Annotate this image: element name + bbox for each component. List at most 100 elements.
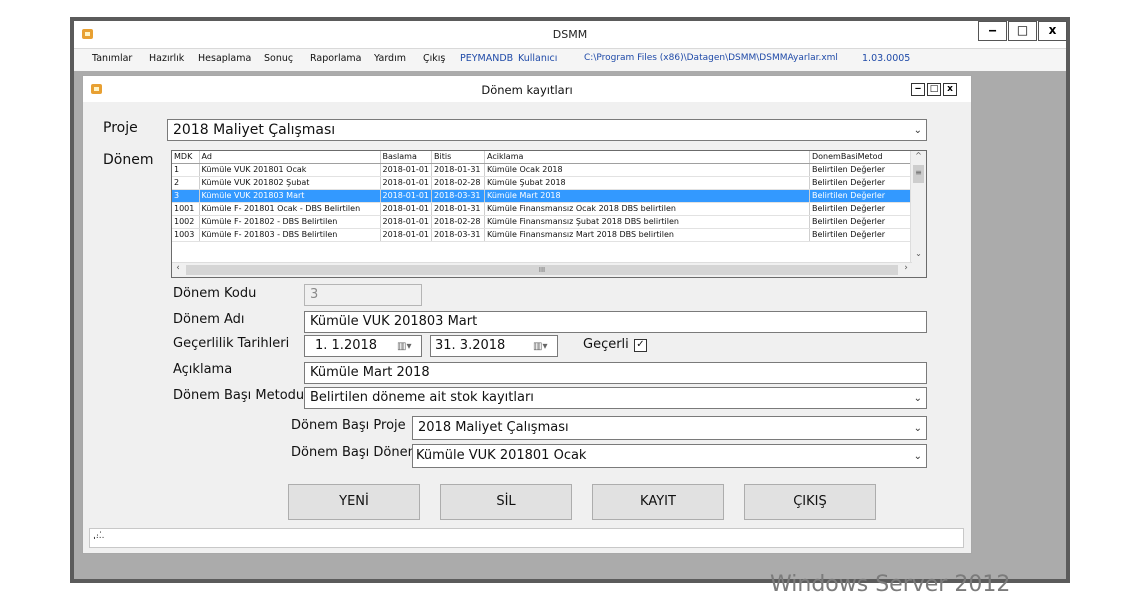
donem-adi-label: Dönem Adı: [173, 312, 245, 327]
cell-bitis: 2018-01-31: [431, 202, 485, 216]
cell-aciklama: Kümüle Finansmansız Şubat 2018 DBS belir…: [484, 215, 810, 229]
window-title: DSMM: [552, 28, 588, 41]
user-label: Kullanıcı: [518, 53, 558, 64]
col-aciklama[interactable]: Aciklama: [484, 151, 810, 164]
scroll-left-icon[interactable]: ‹: [172, 263, 184, 277]
proje-select[interactable]: 2018 Maliyet Çalışması ⌄: [167, 119, 927, 141]
col-bitis[interactable]: Bitis: [431, 151, 485, 164]
table-row[interactable]: 3 Kümüle VUK 201803 Mart 2018-01-01 2018-03…: [172, 189, 913, 203]
grid-horizontal-scrollbar[interactable]: ‹ III ›: [172, 262, 912, 277]
cell-baslama: 2018-01-01: [380, 163, 432, 177]
gecerlilik-label: Geçerlilik Tarihleri: [173, 336, 290, 351]
donem-grid[interactable]: MDK Ad Baslama Bitis Aciklama DonemBasiM…: [171, 150, 927, 278]
cell-mdk: 1: [172, 163, 200, 177]
mdi-background: [974, 71, 1066, 561]
menu-hazirlik[interactable]: Hazırlık: [149, 53, 184, 64]
proje-label: Proje: [103, 120, 138, 136]
gecerli-checkbox[interactable]: ✓: [634, 339, 647, 352]
resize-grip-icon[interactable]: ⋰: [93, 531, 960, 545]
start-date-value: 1. 1.2018: [315, 338, 378, 353]
menu-raporlama[interactable]: Raporlama: [310, 53, 362, 64]
cell-ad: Kümüle F- 201802 - DBS Belirtilen: [199, 215, 381, 229]
minimize-button[interactable]: ‒: [978, 21, 1007, 41]
bas-donem-value: Kümüle VUK 201801 Ocak: [416, 448, 587, 463]
cell-bitis: 2018-03-31: [431, 228, 485, 242]
child-minimize-button[interactable]: ‒: [911, 83, 925, 96]
cell-mdk: 3: [172, 189, 200, 203]
menu-sonuc[interactable]: Sonuç: [264, 53, 293, 64]
chevron-down-icon: ⌄: [913, 451, 922, 462]
col-mdk[interactable]: MDK: [172, 151, 200, 164]
cell-aciklama: Kümüle Finansmansız Ocak 2018 DBS belirt…: [484, 202, 810, 216]
status-bar: .... ⋰: [89, 528, 964, 548]
donem-kodu-field: 3: [304, 284, 422, 306]
bas-proje-label: Dönem Başı Proje: [291, 418, 406, 433]
child-window-controls: ‒ □ x: [911, 83, 959, 96]
settings-path: C:\Program Files (x86)\Datagen\DSMM\DSMM…: [584, 53, 838, 63]
donem-adi-input[interactable]: Kümüle VUK 201803 Mart: [304, 311, 927, 333]
kayit-button[interactable]: KAYIT: [592, 484, 724, 520]
table-row[interactable]: 1002 Kümüle F- 201802 - DBS Belirtilen 201…: [172, 215, 913, 229]
cell-mdk: 2: [172, 176, 200, 190]
col-ad[interactable]: Ad: [199, 151, 381, 164]
scroll-down-icon[interactable]: ⌄: [911, 249, 926, 261]
start-date-picker[interactable]: 1. 1.2018 ▥▾: [304, 335, 422, 357]
cell-ad: Kümüle F- 201803 - DBS Belirtilen: [199, 228, 381, 242]
bas-donem-select[interactable]: Kümüle VUK 201801 Ocak ⌄: [412, 444, 927, 468]
sil-button[interactable]: SİL: [440, 484, 572, 520]
cell-aciklama: Kümüle Şubat 2018: [484, 176, 810, 190]
col-donembasimetod[interactable]: DonemBasiMetod: [809, 151, 913, 164]
menu-yardim[interactable]: Yardım: [374, 53, 406, 64]
metod-select[interactable]: Belirtilen döneme ait stok kayıtları ⌄: [304, 387, 927, 409]
table-row[interactable]: 2 Kümüle VUK 201802 Şubat 2018-01-01 2018-0…: [172, 176, 913, 190]
gecerli-label: Geçerli: [583, 337, 629, 352]
bas-proje-value: 2018 Maliyet Çalışması: [418, 420, 569, 435]
db-name: PEYMANDB: [460, 53, 514, 64]
maximize-button[interactable]: □: [1008, 21, 1037, 41]
bas-proje-select[interactable]: 2018 Maliyet Çalışması ⌄: [412, 416, 927, 440]
child-title-bar[interactable]: Dönem kayıtları ‒ □ x: [83, 76, 971, 102]
chevron-down-icon: ⌄: [913, 423, 922, 434]
aciklama-input[interactable]: Kümüle Mart 2018: [304, 362, 927, 384]
cell-baslama: 2018-01-01: [380, 215, 432, 229]
menu-tanimlar[interactable]: Tanımlar: [92, 53, 132, 64]
donem-table: MDK Ad Baslama Bitis Aciklama DonemBasiM…: [172, 151, 913, 242]
cell-aciklama: Kümüle Ocak 2018: [484, 163, 810, 177]
scroll-corner: [911, 263, 926, 277]
close-button[interactable]: x: [1038, 21, 1067, 41]
title-bar[interactable]: DSMM: [74, 21, 1066, 49]
scroll-thumb[interactable]: ≡: [913, 165, 924, 183]
cell-baslama: 2018-01-01: [380, 189, 432, 203]
calendar-icon[interactable]: ▥▾: [533, 337, 547, 356]
cell-ad: Kümüle F- 201801 Ocak - DBS Belirtilen: [199, 202, 381, 216]
cell-metod: Belirtilen Değerler: [809, 189, 913, 203]
child-close-button[interactable]: x: [943, 83, 957, 96]
col-baslama[interactable]: Baslama: [380, 151, 432, 164]
cikis-button[interactable]: ÇIKIŞ: [744, 484, 876, 520]
metod-value: Belirtilen döneme ait stok kayıtları: [310, 390, 534, 405]
menu-bar: Tanımlar Hazırlık Hesaplama Sonuç Raporl…: [74, 49, 1066, 71]
table-row[interactable]: 1 Kümüle VUK 201801 Ocak 2018-01-01 2018-01…: [172, 163, 913, 177]
menu-hesaplama[interactable]: Hesaplama: [198, 53, 251, 64]
child-maximize-button[interactable]: □: [927, 83, 941, 96]
donem-kayitlari-window: Dönem kayıtları ‒ □ x Proje 2018 Maliyet…: [82, 75, 972, 554]
cell-mdk: 1003: [172, 228, 200, 242]
end-date-picker[interactable]: 31. 3.2018 ▥▾: [430, 335, 558, 357]
calendar-icon[interactable]: ▥▾: [397, 337, 411, 356]
donem-label: Dönem: [103, 152, 154, 168]
cell-bitis: 2018-02-28: [431, 176, 485, 190]
end-date-value: 31. 3.2018: [435, 338, 506, 353]
table-row[interactable]: 1001 Kümüle F- 201801 Ocak - DBS Belirtil…: [172, 202, 913, 216]
os-watermark: Windows Server 2012: [770, 572, 1011, 597]
table-row[interactable]: 1003 Kümüle F- 201803 - DBS Belirtilen 201…: [172, 228, 913, 242]
hscroll-thumb[interactable]: III: [186, 265, 898, 275]
cell-ad: Kümüle VUK 201803 Mart: [199, 189, 381, 203]
menu-cikis[interactable]: Çıkış: [423, 53, 445, 64]
proje-value: 2018 Maliyet Çalışması: [173, 122, 336, 138]
yeni-button[interactable]: YENİ: [288, 484, 420, 520]
aciklama-label: Açıklama: [173, 362, 233, 377]
scroll-up-icon[interactable]: ^: [911, 151, 926, 163]
cell-ad: Kümüle VUK 201801 Ocak: [199, 163, 381, 177]
grid-vertical-scrollbar[interactable]: ^ ≡ ⌄: [910, 151, 926, 263]
cell-mdk: 1001: [172, 202, 200, 216]
